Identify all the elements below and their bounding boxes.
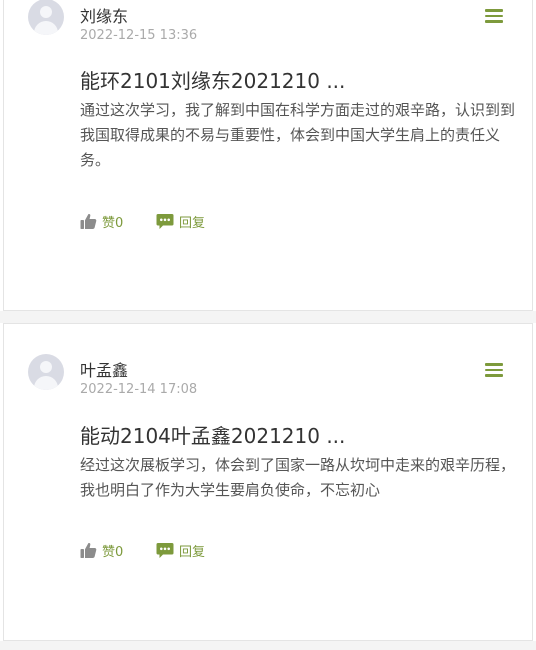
menu-icon[interactable] (485, 363, 503, 377)
comment-title[interactable]: 能动2104叶孟鑫2021210 ... (80, 420, 345, 449)
reply-button[interactable]: 回复 (156, 211, 205, 231)
avatar-body (34, 21, 58, 35)
comment-card: 刘缘东 2022-12-15 13:36 能环2101刘缘东2021210 ..… (3, 0, 533, 311)
avatar-body (34, 376, 58, 390)
reply-label: 回复 (179, 544, 206, 560)
comment-time: 2022-12-14 17:08 (80, 382, 198, 397)
avatar-head (40, 361, 52, 373)
chat-bubble-icon (156, 541, 174, 559)
like-count: 赞0 (102, 544, 124, 560)
comment-content: 经过这次展板学习，体会到了国家一路从坎坷中走来的艰辛历程，我也明白了作为大学生要… (80, 456, 516, 499)
reply-button[interactable]: 回复 (156, 540, 205, 560)
comment-title[interactable]: 能环2101刘缘东2021210 ... (80, 65, 345, 94)
chat-bubble-icon (156, 212, 174, 230)
comment-author[interactable]: 刘缘东 (80, 3, 128, 27)
thumbs-up-icon (80, 542, 97, 559)
like-count: 赞0 (102, 215, 124, 231)
thumbs-up-icon (80, 213, 97, 230)
reply-label: 回复 (179, 215, 206, 231)
avatar[interactable] (28, 354, 64, 390)
avatar[interactable] (28, 0, 64, 35)
like-button[interactable]: 赞0 (80, 211, 123, 231)
card-separator (0, 311, 536, 323)
comment-content: 通过这次学习，我了解到中国在科学方面走过的艰辛路，认识到到我国取得成果的不易与重… (80, 101, 516, 169)
menu-icon[interactable] (485, 9, 503, 23)
comment-time: 2022-12-15 13:36 (80, 28, 198, 43)
comment-author[interactable]: 叶孟鑫 (80, 357, 128, 381)
avatar-head (40, 6, 52, 18)
like-button[interactable]: 赞0 (80, 540, 123, 560)
comment-card: 叶孟鑫 2022-12-14 17:08 能动2104叶孟鑫2021210 ..… (3, 323, 533, 641)
card-separator (0, 641, 536, 650)
